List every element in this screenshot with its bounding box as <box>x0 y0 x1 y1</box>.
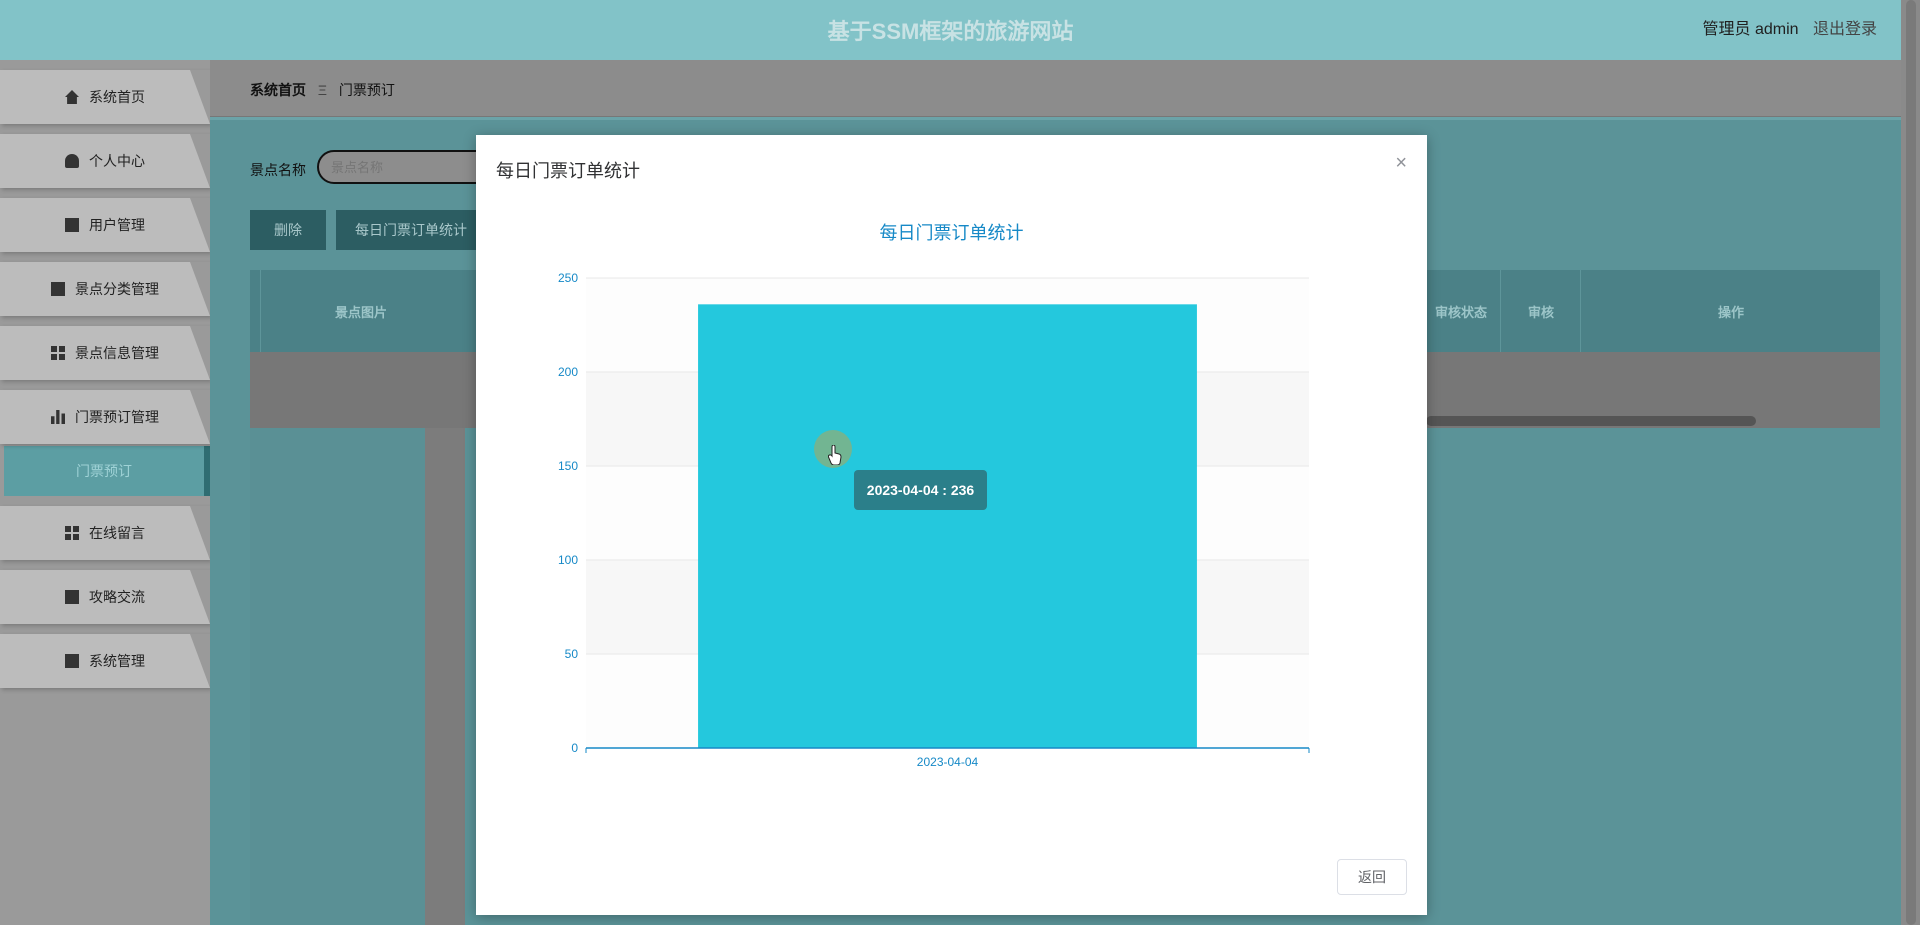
x-tick-label: 2023-04-04 <box>917 755 979 769</box>
bar <box>698 304 1197 748</box>
y-tick-label: 200 <box>558 365 578 379</box>
stats-dialog: 每日门票订单统计 × 每日门票订单统计 0 50 100 150 200 250 2023-… <box>476 135 1427 915</box>
return-button[interactable]: 返回 <box>1337 859 1407 895</box>
y-tick-label: 250 <box>558 271 578 285</box>
chart-tooltip: 2023-04-04 : 236 <box>854 470 987 510</box>
hand-cursor-icon <box>828 445 842 465</box>
y-tick-label: 100 <box>558 553 578 567</box>
y-tick-label: 150 <box>558 459 578 473</box>
y-tick-label: 50 <box>565 647 579 661</box>
vertical-scrollbar[interactable] <box>1901 0 1920 925</box>
y-tick-label: 0 <box>571 741 578 755</box>
scrollbar-thumb[interactable] <box>1906 0 1916 925</box>
